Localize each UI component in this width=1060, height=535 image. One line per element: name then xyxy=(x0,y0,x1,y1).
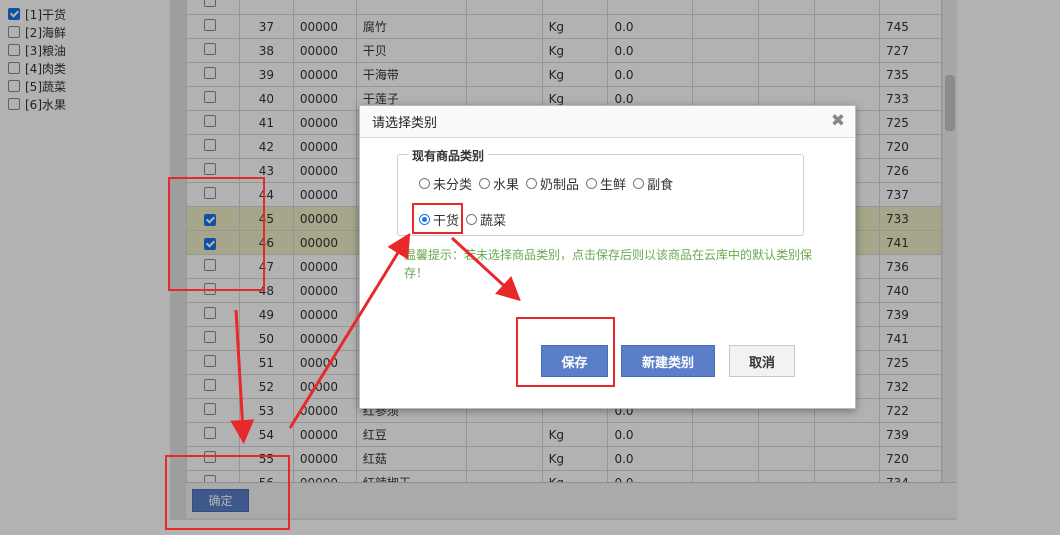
fieldset-legend: 现有商品类别 xyxy=(408,147,489,164)
radio-label: 蔬菜 xyxy=(480,214,507,229)
radio-button[interactable] xyxy=(526,178,538,189)
category-radio[interactable]: 蔬菜 xyxy=(466,210,506,229)
category-radio[interactable]: 水果 xyxy=(479,174,519,193)
dialog-title: 请选择类别 xyxy=(372,116,438,131)
radio-label: 生鲜 xyxy=(600,178,627,193)
new-category-button[interactable]: 新建类别 xyxy=(621,345,715,377)
radio-button[interactable] xyxy=(479,178,491,189)
highlight-box-checkboxes xyxy=(168,177,265,291)
radio-button[interactable] xyxy=(419,178,430,189)
radio-button[interactable] xyxy=(633,178,645,189)
cancel-button[interactable]: 取消 xyxy=(729,345,795,377)
highlight-box-confirm xyxy=(165,455,290,530)
radio-label: 水果 xyxy=(493,178,520,193)
highlight-box-radio xyxy=(412,203,463,234)
highlight-box-save xyxy=(516,317,615,387)
category-options-row-1: 未分类 水果 奶制品 生鲜 副食 xyxy=(419,174,680,193)
radio-label: 副食 xyxy=(647,178,674,193)
dialog-header: 请选择类别 xyxy=(360,106,855,138)
radio-label: 未分类 xyxy=(433,178,473,193)
tip-text: 温馨提示：若未选择商品类别，点击保存后则以该商品在云库中的默认类别保存！ xyxy=(404,248,813,280)
category-radio[interactable]: 副食 xyxy=(633,174,673,193)
close-icon[interactable]: ✖ xyxy=(830,113,846,130)
category-radio[interactable]: 未分类 xyxy=(419,174,472,193)
radio-button[interactable] xyxy=(466,214,478,225)
category-radio[interactable]: 生鲜 xyxy=(586,174,626,193)
category-radio[interactable]: 奶制品 xyxy=(526,174,579,193)
radio-label: 奶制品 xyxy=(540,178,580,193)
radio-button[interactable] xyxy=(586,178,598,189)
